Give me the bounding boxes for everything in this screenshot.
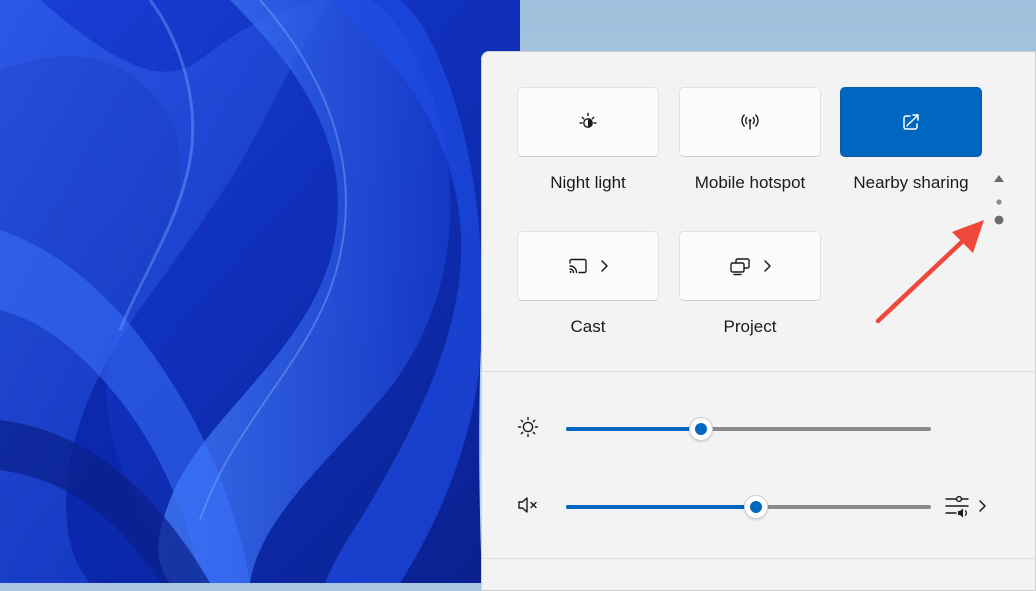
brightness-fill [566,427,702,431]
mobile-hotspot-button[interactable] [679,87,821,157]
brightness-thumb[interactable] [689,417,714,441]
chevron-right-icon [979,500,986,512]
panel-divider-bottom [482,558,1035,559]
nearby-sharing-button[interactable] [840,87,982,157]
chevron-right-icon [764,260,771,272]
cast-tile: Cast [517,231,659,337]
volume-track[interactable] [566,495,931,519]
night-light-button[interactable] [517,87,659,157]
mobile-hotspot-label: Mobile hotspot [694,173,806,192]
page-dot-1[interactable] [992,197,1006,207]
brightness-slider-row [482,413,1035,443]
brightness-track[interactable] [566,417,931,441]
volume-fill [566,505,756,509]
brightness-icon [517,416,539,438]
project-button[interactable] [679,231,821,301]
nearby-sharing-tile: Nearby sharing [840,87,982,193]
cast-button[interactable] [517,231,659,301]
page-up-icon[interactable] [992,172,1006,184]
project-icon [730,258,750,276]
nearby-sharing-icon [903,114,919,130]
panel-divider [482,371,1035,372]
nearby-sharing-label: Nearby sharing [853,173,969,192]
volume-slider-row [482,491,1035,521]
audio-output-button[interactable] [944,493,988,519]
night-light-tile: Night light [517,87,659,193]
night-light-icon [579,112,597,128]
mobile-hotspot-tile: Mobile hotspot [679,87,821,193]
page-dot-2-current[interactable] [992,214,1006,226]
volume-thumb[interactable] [743,495,768,519]
cast-icon [569,258,587,274]
night-light-label: Night light [550,173,626,192]
chevron-right-icon [601,260,608,272]
volume-muted-icon[interactable] [516,493,544,517]
project-label: Project [723,317,777,336]
audio-mixer-icon [945,495,969,518]
project-tile: Project [679,231,821,337]
cast-label: Cast [570,317,606,336]
mobile-hotspot-icon [741,114,759,130]
quick-settings-panel: Night light Mobile hotspot Nearby sharin… [481,51,1036,591]
